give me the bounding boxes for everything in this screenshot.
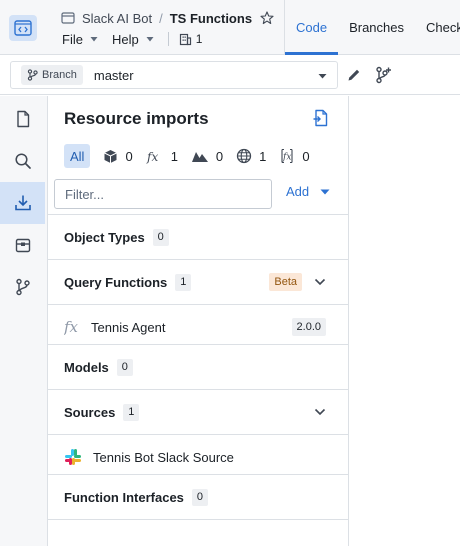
filter-all[interactable]: All [64, 144, 91, 168]
branch-selector[interactable]: Branch master [10, 61, 338, 89]
svg-text:fx: fx [64, 318, 79, 336]
filter-sources[interactable]: 1 [236, 148, 266, 164]
branch-tag: Branch [21, 65, 83, 85]
svg-text:fx: fx [146, 150, 158, 164]
building-icon [179, 33, 191, 45]
beta-badge: Beta [269, 273, 302, 291]
tab-code[interactable]: Code [285, 0, 339, 55]
document-icon [16, 110, 29, 128]
item-label: Tennis Bot Slack Source [93, 449, 234, 465]
sidebar-item-libraries[interactable] [0, 224, 45, 266]
chevron-down-icon[interactable] [314, 408, 326, 416]
group-count: 0 [152, 228, 169, 246]
branch-tag-label: Branch [42, 69, 77, 81]
repository-tabs: Code Branches Checks [284, 0, 460, 55]
source-count: 1 [259, 148, 267, 164]
list-item-tennis-bot-slack-source[interactable]: Tennis Bot Slack Source [48, 434, 348, 479]
breadcrumb-separator: / [159, 10, 163, 26]
function-count: 1 [170, 148, 178, 164]
function-icon: fx [146, 150, 158, 164]
filter-functions[interactable]: fx 1 [146, 149, 178, 164]
tab-branches[interactable]: Branches [338, 0, 415, 55]
cube-icon [104, 149, 118, 163]
new-branch-icon[interactable] [374, 66, 392, 84]
code-repository-logo-icon[interactable] [9, 15, 37, 41]
branch-name: master [93, 67, 134, 83]
group-count: 0 [191, 488, 208, 506]
model-count: 0 [215, 148, 224, 164]
add-resource-button[interactable]: Add [286, 184, 330, 199]
menu-bar: File Help 1 [62, 30, 202, 48]
object-count: 0 [125, 148, 133, 164]
help-menu-label: Help [111, 31, 139, 47]
caret-down-icon [90, 37, 98, 42]
group-label: Models [64, 359, 109, 375]
left-sidebar [0, 96, 48, 546]
add-button-label: Add [286, 184, 310, 199]
sidebar-item-source-control[interactable] [0, 266, 45, 308]
group-label: Query Functions [64, 274, 168, 290]
list-item-tennis-agent[interactable]: fx Tennis Agent 2.0.0 [48, 304, 348, 349]
type-filter-chips: All 0 fx 1 0 1 fx 0 [64, 144, 310, 168]
filter-function-interfaces[interactable]: fx 0 [279, 148, 310, 164]
function-icon: fx [64, 318, 79, 336]
import-icon [14, 195, 31, 211]
file-menu[interactable]: File [62, 32, 98, 47]
tab-checks[interactable]: Checks [415, 0, 460, 55]
function-interface-icon: fx [281, 148, 293, 164]
interface-count: 0 [302, 148, 310, 164]
filter-models[interactable]: 0 [191, 149, 223, 164]
resource-count[interactable]: 1 [179, 32, 203, 46]
sidebar-item-resource-imports[interactable] [0, 182, 45, 224]
slack-logo-icon [65, 449, 81, 465]
file-menu-label: File [62, 31, 83, 47]
group-sources[interactable]: Sources 1 [48, 389, 348, 434]
group-function-interfaces[interactable]: Function Interfaces 0 [48, 474, 348, 519]
group-count: 1 [123, 403, 140, 421]
group-query-functions[interactable]: Query Functions 1 Beta [48, 259, 348, 304]
caret-down-icon [320, 189, 330, 194]
search-icon [14, 153, 31, 169]
filter-object-types[interactable]: 0 [103, 148, 133, 164]
menu-divider [167, 32, 169, 46]
sidebar-item-search[interactable] [0, 140, 45, 182]
filter-input[interactable] [54, 179, 272, 209]
git-branch-icon [27, 69, 38, 81]
group-models[interactable]: Models 0 [48, 344, 348, 389]
help-menu[interactable]: Help [112, 32, 154, 47]
model-icon [191, 151, 208, 162]
group-label: Function Interfaces [64, 489, 184, 505]
folder-icon [61, 12, 75, 24]
group-count: 1 [175, 273, 192, 291]
sidebar-item-files[interactable] [0, 98, 45, 140]
svg-text:fx: fx [282, 153, 291, 163]
group-object-types[interactable]: Object Types 0 [48, 214, 348, 259]
globe-icon [237, 148, 252, 164]
star-icon[interactable] [260, 11, 274, 25]
app-header: Slack AI Bot / TS Functions File Help 1 [0, 0, 460, 55]
package-icon [15, 238, 30, 253]
group-label: Sources [64, 404, 116, 420]
project-link[interactable]: Slack AI Bot [82, 11, 152, 26]
group-label: Object Types [64, 229, 145, 245]
group-count: 0 [116, 358, 133, 376]
resource-imports-panel: Resource imports All 0 fx 1 0 1 fx 0 Fil… [48, 96, 349, 546]
item-label: Tennis Agent [91, 319, 166, 335]
breadcrumb: Slack AI Bot / TS Functions [61, 9, 274, 27]
chevron-down-icon[interactable] [314, 278, 326, 286]
caret-down-icon [146, 37, 154, 42]
git-branch-icon [15, 278, 30, 296]
version-badge: 2.0.0 [291, 318, 326, 336]
list-end-divider [48, 519, 348, 546]
caret-down-icon [318, 74, 327, 79]
panel-title: Resource imports [64, 109, 209, 128]
branch-bar: Branch master [0, 55, 460, 95]
edit-icon[interactable] [345, 66, 363, 84]
resource-count-value: 1 [195, 32, 203, 46]
repository-title: TS Functions [169, 10, 253, 26]
add-import-icon[interactable] [312, 109, 330, 127]
